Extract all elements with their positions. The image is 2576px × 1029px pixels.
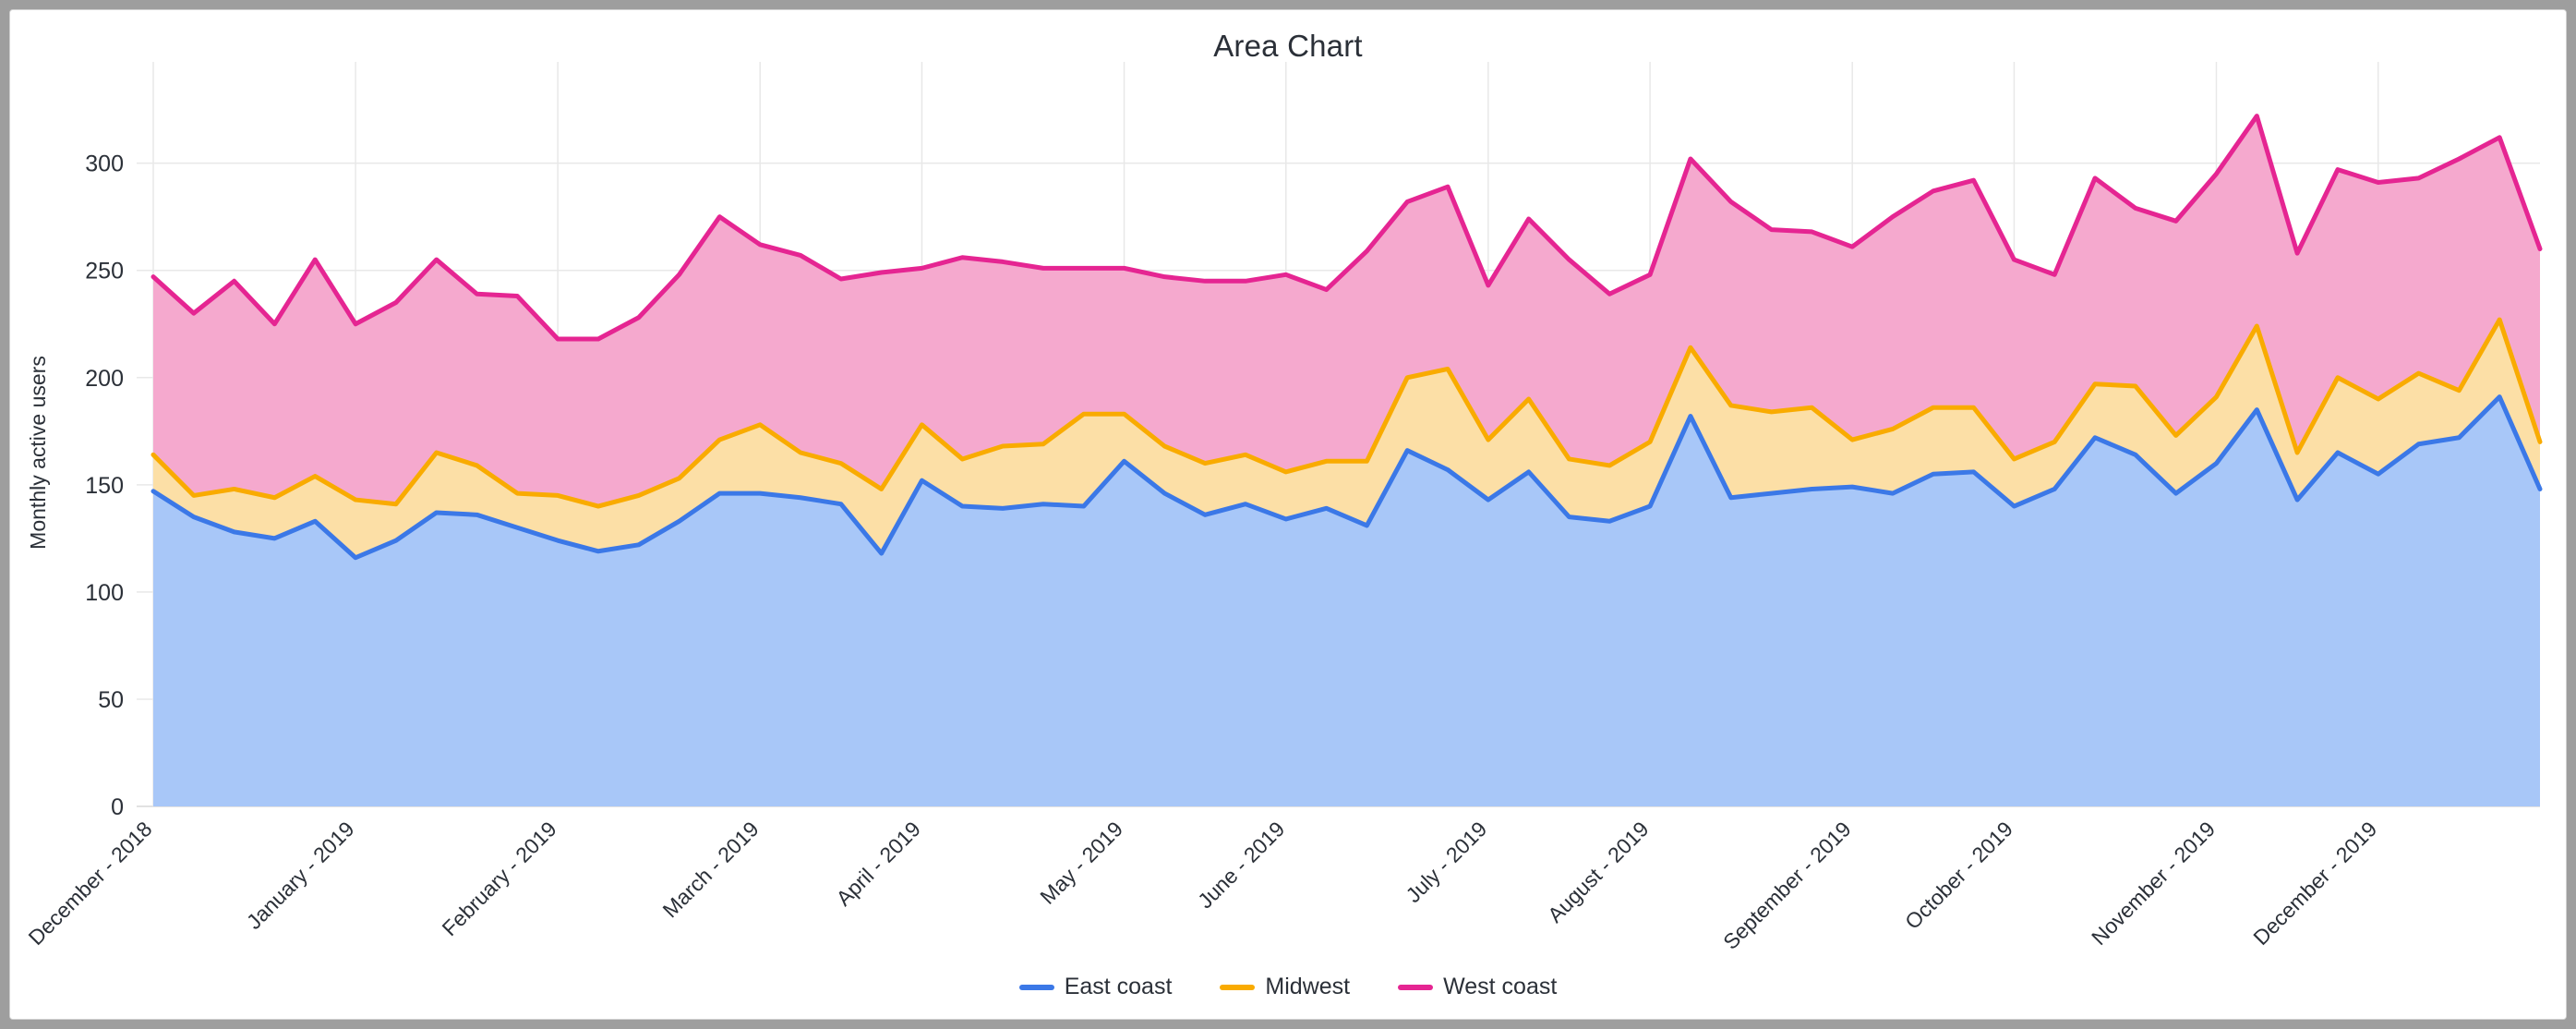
y-tick-label: 300: [85, 151, 124, 177]
x-tick-label: May - 2019: [1035, 817, 1127, 909]
x-tick-label: August - 2019: [1543, 817, 1654, 927]
y-axis-ticks: 0 50 100 150 200 250 300: [85, 151, 124, 820]
x-tick-label: July - 2019: [1401, 817, 1491, 907]
x-tick-label: June - 2019: [1193, 817, 1289, 913]
y-axis-title: Monthly active users: [26, 356, 50, 550]
legend-swatch-icon: [1018, 984, 1054, 990]
x-tick-label: October - 2019: [1900, 817, 2017, 934]
x-tick-label: November - 2019: [2087, 817, 2220, 950]
x-tick-label: February - 2019: [438, 817, 561, 940]
x-tick-label: January - 2019: [242, 817, 359, 934]
window-frame: Area Chart 0 50 100 150 200 250 300 December -…: [0, 0, 2576, 1029]
legend-label: East coast: [1064, 974, 1173, 999]
y-tick-label: 200: [85, 366, 124, 392]
x-tick-label: December - 2018: [23, 817, 156, 950]
x-axis-ticks: December - 2018 January - 2019 February - …: [23, 817, 2381, 954]
y-tick-label: 0: [111, 794, 124, 820]
legend-item-2[interactable]: West coast: [1398, 974, 1557, 1000]
legend-label: Midwest: [1265, 974, 1351, 999]
chart-legend: East coast Midwest West coast: [10, 974, 2566, 1000]
legend-swatch-icon: [1398, 984, 1434, 990]
y-tick-label: 50: [98, 687, 124, 713]
y-tick-label: 100: [85, 580, 124, 606]
x-tick-label: December - 2019: [2248, 817, 2381, 950]
area-chart-card: Area Chart 0 50 100 150 200 250 300 December -…: [10, 10, 2566, 1019]
legend-item-1[interactable]: Midwest: [1220, 974, 1350, 1000]
x-tick-label: September - 2019: [1718, 817, 1856, 954]
y-tick-label: 150: [85, 473, 124, 499]
x-tick-label: April - 2019: [831, 817, 925, 911]
legend-label: West coast: [1443, 974, 1558, 999]
chart-plot[interactable]: 0 50 100 150 200 250 300 December - 2018 Januar…: [10, 10, 2567, 1019]
y-axis-label: Monthly active users: [26, 356, 50, 550]
x-tick-label: March - 2019: [658, 817, 764, 922]
window-inner: Area Chart 0 50 100 150 200 250 300 December -…: [9, 9, 2567, 1020]
legend-swatch-icon: [1220, 984, 1256, 990]
legend-item-0[interactable]: East coast: [1018, 974, 1173, 1000]
y-tick-label: 250: [85, 259, 124, 284]
